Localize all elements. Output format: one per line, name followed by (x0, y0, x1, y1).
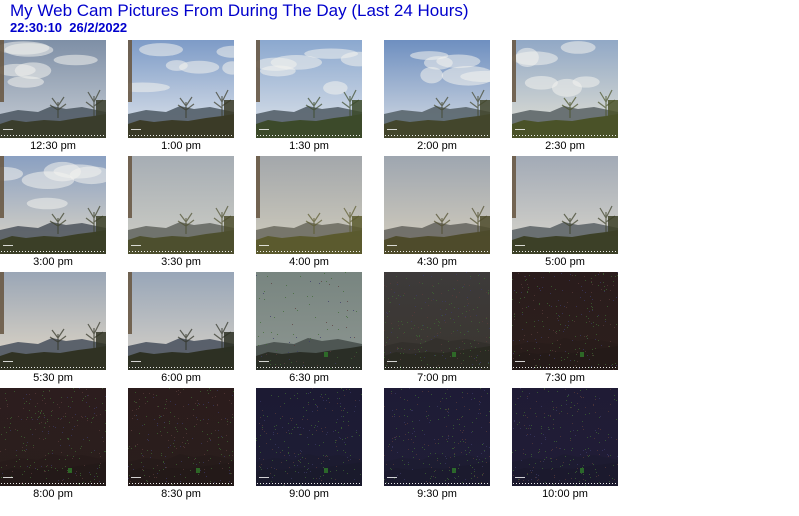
webcam-picture-time: 7:00 pm (417, 372, 457, 384)
webcam-picture-time: 2:30 pm (545, 140, 585, 152)
webcam-picture-time: 3:00 pm (33, 256, 73, 268)
webcam-picture-time: 6:30 pm (289, 372, 329, 384)
webcam-picture (512, 40, 618, 138)
webcam-picture (128, 40, 234, 138)
webcam-picture (384, 388, 490, 486)
webcam-picture-time: 10:00 pm (542, 488, 588, 500)
webcam-picture-time: 9:00 pm (289, 488, 329, 500)
webcam-picture-time: 8:00 pm (33, 488, 73, 500)
webcam-picture (256, 272, 362, 370)
webcam-picture (0, 40, 106, 138)
webcam-picture (0, 156, 106, 254)
webcam-picture-time: 1:00 pm (161, 140, 201, 152)
webcam-picture (0, 388, 106, 486)
webcam-picture-time: 4:00 pm (289, 256, 329, 268)
webcam-picture (128, 388, 234, 486)
webcam-picture-time: 5:00 pm (545, 256, 585, 268)
webcam-picture (128, 156, 234, 254)
webcam-picture (384, 156, 490, 254)
webcam-picture-time: 1:30 pm (289, 140, 329, 152)
webcam-picture-time: 4:30 pm (417, 256, 457, 268)
webcam-picture-time: 3:30 pm (161, 256, 201, 268)
webcam-picture-time: 6:00 pm (161, 372, 201, 384)
webcam-picture (512, 156, 618, 254)
webcam-picture (512, 272, 618, 370)
webcam-picture-time: 2:00 pm (417, 140, 457, 152)
webcam-picture-time: 9:30 pm (417, 488, 457, 500)
webcam-picture (128, 272, 234, 370)
webcam-picture (0, 272, 106, 370)
webcam-picture (256, 156, 362, 254)
webcam-picture (512, 388, 618, 486)
webcam-picture (256, 388, 362, 486)
page-title: My Web Cam Pictures From During The Day … (10, 1, 469, 20)
last-updated-timestamp: 22:30:10 26/2/2022 (10, 20, 128, 35)
webcam-picture-time: 7:30 pm (545, 372, 585, 384)
webcam-picture-time: 8:30 pm (161, 488, 201, 500)
webcam-picture (384, 40, 490, 138)
webcam-picture (256, 40, 362, 138)
webcam-picture-time: 12:30 pm (30, 140, 76, 152)
webcam-picture (384, 272, 490, 370)
webcam-picture-time: 5:30 pm (33, 372, 73, 384)
